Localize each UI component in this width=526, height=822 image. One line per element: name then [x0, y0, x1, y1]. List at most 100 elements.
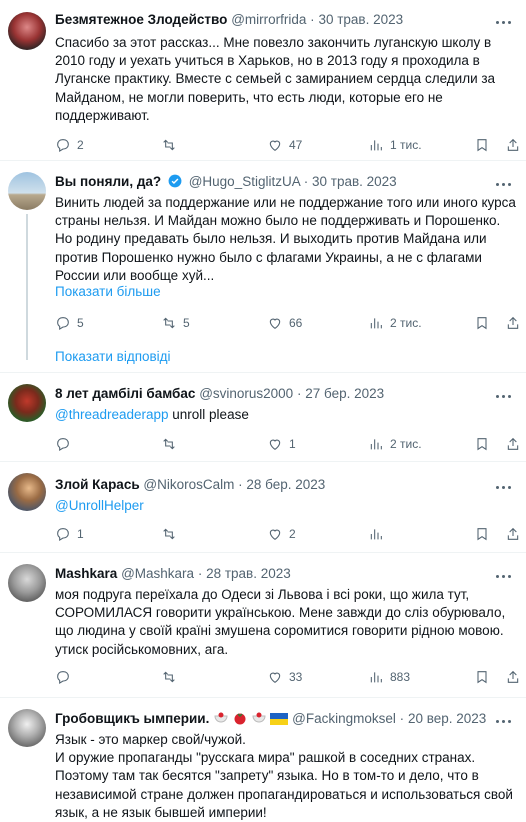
tweet-header: Вы поняли, да? @Hugo_StiglitzUA · 30 тра…: [55, 174, 397, 189]
heart-icon: [269, 439, 281, 450]
tweet-6[interactable]: Гробовщикъ ымперии. @Fackingmoksel · 20 …: [0, 697, 526, 820]
avatar[interactable]: [8, 172, 46, 210]
heart-icon: [269, 140, 281, 151]
tweet-2[interactable]: Вы поняли, да? @Hugo_StiglitzUA · 30 тра…: [0, 160, 526, 372]
bookmark-button[interactable]: [474, 668, 490, 686]
share-button[interactable]: [505, 435, 521, 453]
reply-button[interactable]: 2: [55, 136, 84, 154]
tweet-text: @UnrollHelper: [55, 497, 517, 515]
author-handle[interactable]: @svinorus2000: [199, 386, 293, 401]
bookmark-icon: [477, 139, 487, 152]
bookmark-icon: [477, 438, 487, 451]
author-name[interactable]: 8 лет дамбілі бамбас: [55, 386, 195, 401]
bookmark-button[interactable]: [474, 435, 490, 453]
author-name[interactable]: Вы поняли, да?: [55, 174, 161, 189]
tweet-text: Язык - это маркер свой/чужой. И оружие п…: [55, 731, 517, 822]
reply-button[interactable]: 5: [55, 314, 84, 332]
more-options-icon[interactable]: [496, 16, 512, 28]
tweet-date[interactable]: 27 бер. 2023: [305, 386, 384, 401]
more-options-icon[interactable]: [496, 390, 512, 402]
view-count: 2 тис.: [390, 316, 422, 330]
like-button[interactable]: 47: [267, 136, 302, 154]
views-button[interactable]: 1 тис.: [368, 136, 422, 154]
author-name[interactable]: Mashkara: [55, 566, 117, 581]
share-button[interactable]: [505, 525, 521, 543]
tweet-actions: 1 2 тис.: [55, 435, 519, 453]
tweet-header: Безмятежное Злодейство @mirrorfrida · 30…: [55, 12, 403, 27]
bookmark-button[interactable]: [474, 314, 490, 332]
tweet-actions: 33 883: [55, 668, 519, 686]
retweet-button[interactable]: [161, 525, 183, 543]
tweet-line: И оружие пропаганды "русскага мира" рашк…: [55, 750, 513, 820]
retweet-button[interactable]: [161, 668, 183, 686]
tweet-1[interactable]: Безмятежное Злодейство @mirrorfrida · 30…: [0, 0, 526, 164]
avatar[interactable]: [8, 12, 46, 50]
retweet-button[interactable]: [161, 136, 183, 154]
separator-dot: ·: [238, 477, 243, 492]
show-more-link[interactable]: Показати більше: [55, 284, 161, 299]
share-button[interactable]: [505, 668, 521, 686]
separator-dot: ·: [303, 174, 309, 189]
tweet-date[interactable]: 20 вер. 2023: [408, 711, 486, 726]
share-button[interactable]: [505, 314, 521, 332]
reply-count: 2: [77, 138, 84, 152]
verified-badge-icon[interactable]: [168, 174, 182, 188]
mention-link[interactable]: @threadreaderapp: [55, 407, 169, 422]
reply-button[interactable]: 1: [55, 525, 84, 543]
like-count: 66: [289, 316, 303, 330]
thread-line: [26, 214, 28, 360]
retweet-icon: [163, 528, 175, 540]
share-button[interactable]: [505, 136, 521, 154]
author-handle[interactable]: @mirrorfrida: [231, 12, 306, 27]
reply-icon: [57, 671, 69, 684]
like-button[interactable]: 1: [267, 435, 296, 453]
author-name[interactable]: Безмятежное Злодейство: [55, 12, 227, 27]
bookmark-button[interactable]: [474, 136, 490, 154]
author-handle[interactable]: @Fackingmoksel: [292, 711, 396, 726]
reply-button[interactable]: [55, 435, 77, 453]
bookmark-icon: [477, 671, 487, 684]
more-options-icon[interactable]: [496, 715, 512, 727]
author-handle[interactable]: @Mashkara: [121, 566, 194, 581]
like-button[interactable]: 66: [267, 314, 302, 332]
views-button[interactable]: 2 тис.: [368, 435, 422, 453]
reply-button[interactable]: [55, 668, 77, 686]
reply-count: 5: [77, 316, 84, 330]
views-button[interactable]: 2 тис.: [368, 314, 422, 332]
tweet-date[interactable]: 30 трав. 2023: [318, 12, 403, 27]
tweet-date[interactable]: 28 трав. 2023: [206, 566, 291, 581]
more-options-icon[interactable]: [496, 178, 512, 190]
tweet-text: Винить людей за поддержание или не подде…: [55, 195, 516, 283]
avatar[interactable]: [8, 564, 46, 602]
avatar[interactable]: [8, 384, 46, 422]
retweet-count: 5: [183, 316, 190, 330]
bowl-icon: [214, 712, 228, 723]
like-button[interactable]: 33: [267, 668, 302, 686]
avatar[interactable]: [8, 473, 46, 511]
author-name[interactable]: Гробовщикъ ымперии.: [55, 711, 209, 726]
views-button[interactable]: [368, 525, 390, 543]
reply-icon: [57, 317, 69, 330]
tweet-5[interactable]: Mashkara @Mashkara · 28 трав. 2023 моя п…: [0, 552, 526, 696]
more-options-icon[interactable]: [496, 481, 512, 493]
share-icon: [507, 138, 519, 151]
tweet-4[interactable]: Злой Карась @NikorosCalm · 28 бер. 2023 …: [0, 461, 526, 551]
tweet-text: @threadreaderapp unroll please: [55, 406, 517, 424]
avatar[interactable]: [8, 709, 46, 747]
author-handle[interactable]: @Hugo_StiglitzUA: [189, 174, 300, 189]
like-button[interactable]: 2: [267, 525, 296, 543]
tweet-date[interactable]: 28 бер. 2023: [246, 477, 325, 492]
bookmark-button[interactable]: [474, 525, 490, 543]
tweet-date[interactable]: 30 трав. 2023: [312, 174, 397, 189]
author-handle[interactable]: @NikorosCalm: [143, 477, 234, 492]
mention-link[interactable]: @UnrollHelper: [55, 498, 144, 513]
tweet-3[interactable]: 8 лет дамбілі бамбас @svinorus2000 · 27 …: [0, 372, 526, 460]
retweet-button[interactable]: 5: [161, 314, 190, 332]
more-options-icon[interactable]: [496, 570, 512, 582]
show-replies-link[interactable]: Показати відповіді: [55, 349, 171, 364]
views-button[interactable]: 883: [368, 668, 410, 686]
retweet-button[interactable]: [161, 435, 183, 453]
view-count: 1 тис.: [390, 138, 422, 152]
share-icon: [507, 316, 519, 329]
author-name[interactable]: Злой Карась: [55, 477, 140, 492]
